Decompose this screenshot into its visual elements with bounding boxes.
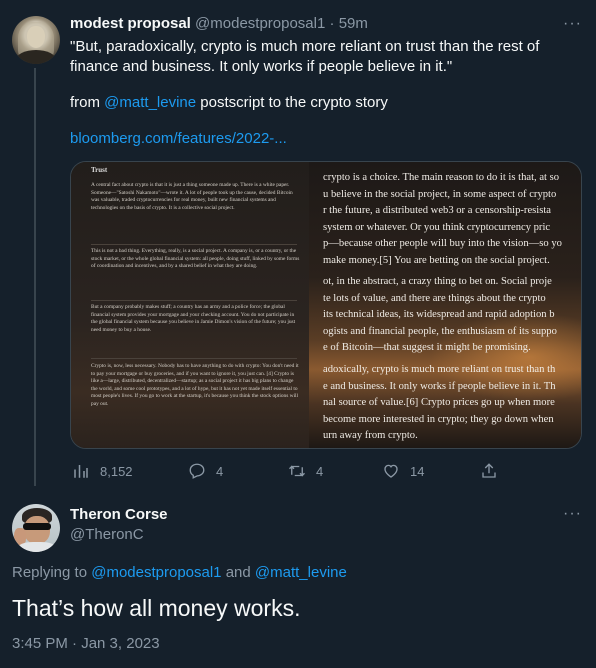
reply-timestamp[interactable]: 3:45 PM · Jan 3, 2023 — [12, 634, 160, 654]
thread-connector-line — [34, 68, 36, 486]
media-left-paragraph: This is not a bad thing. Everything, rea… — [91, 248, 300, 270]
retweet-button[interactable]: 4 — [288, 461, 323, 481]
more-horizontal-icon[interactable]: ··· — [563, 16, 582, 32]
like-button[interactable]: 14 — [382, 461, 424, 481]
media-right-panel: crypto is a choice. The main reason to d… — [309, 162, 581, 448]
media-doc-title: Trust — [91, 166, 108, 174]
mention-link[interactable]: @modestproposal1 — [91, 564, 221, 581]
tweet-header: modest proposal @modestproposal1 · 59m — [70, 14, 368, 34]
reply-count: 4 — [216, 463, 224, 479]
reply-icon — [189, 463, 205, 479]
reply-author-handle[interactable]: @TheronC — [70, 525, 144, 545]
retweet-icon — [289, 465, 305, 477]
media-right-paragraph: adoxically, crypto is much more reliant … — [323, 364, 556, 442]
url-line: bloomberg.com/features/2022-... — [70, 129, 580, 149]
media-left-panel: Trust A central fact about crypto is tha… — [71, 162, 309, 448]
like-count: 14 — [410, 463, 425, 479]
media-left-paragraph: A central fact about crypto is that it i… — [91, 182, 293, 211]
media-left-paragraph: But a company probably makes stuff; a co… — [91, 304, 296, 333]
media-right-paragraph: crypto is a choice. The main reason to d… — [323, 172, 562, 266]
mention-link[interactable]: @matt_levine — [255, 564, 347, 581]
quote-text: "But, paradoxically, crypto is much more… — [70, 38, 540, 75]
replying-to-line: Replying to @modestproposal1 and @matt_l… — [12, 564, 347, 581]
tweet-actions-bar: 8,152 4 4 14 — [70, 461, 510, 481]
tweet-text: "But, paradoxically, crypto is much more… — [70, 37, 580, 149]
tweet-time[interactable]: 59m — [339, 15, 368, 32]
reply-text: That’s how all money works. — [12, 595, 301, 621]
media-left-paragraph: Crypto is, now, less necessary. Nobody h… — [91, 363, 299, 407]
views-button[interactable]: 8,152 — [72, 461, 133, 481]
reply-author-avatar[interactable] — [12, 504, 60, 552]
author-name[interactable]: modest proposal — [70, 15, 191, 32]
analytics-icon — [74, 465, 88, 478]
share-icon — [482, 463, 496, 478]
mention-link[interactable]: @matt_levine — [104, 94, 196, 111]
source-line: from @matt_levine postscript to the cryp… — [70, 94, 388, 111]
share-button[interactable] — [480, 461, 498, 481]
reply-author-name[interactable]: Theron Corse — [70, 505, 168, 525]
retweet-count: 4 — [316, 463, 324, 479]
media-divider — [91, 300, 297, 301]
views-count: 8,152 — [100, 463, 133, 479]
author-handle[interactable]: @modestproposal1 — [195, 15, 325, 32]
reply-button[interactable]: 4 — [188, 461, 223, 481]
media-right-paragraph: ot, in the abstract, a crazy thing to be… — [323, 276, 557, 354]
author-avatar[interactable] — [12, 16, 60, 64]
media-divider — [91, 358, 297, 359]
media-divider — [91, 244, 297, 245]
tweet-media-image[interactable]: Trust A central fact about crypto is tha… — [70, 161, 582, 449]
separator-dot: · — [329, 15, 335, 32]
heart-icon — [384, 464, 398, 478]
article-link[interactable]: bloomberg.com/features/2022-... — [70, 130, 287, 147]
more-horizontal-icon[interactable]: ··· — [563, 506, 582, 522]
